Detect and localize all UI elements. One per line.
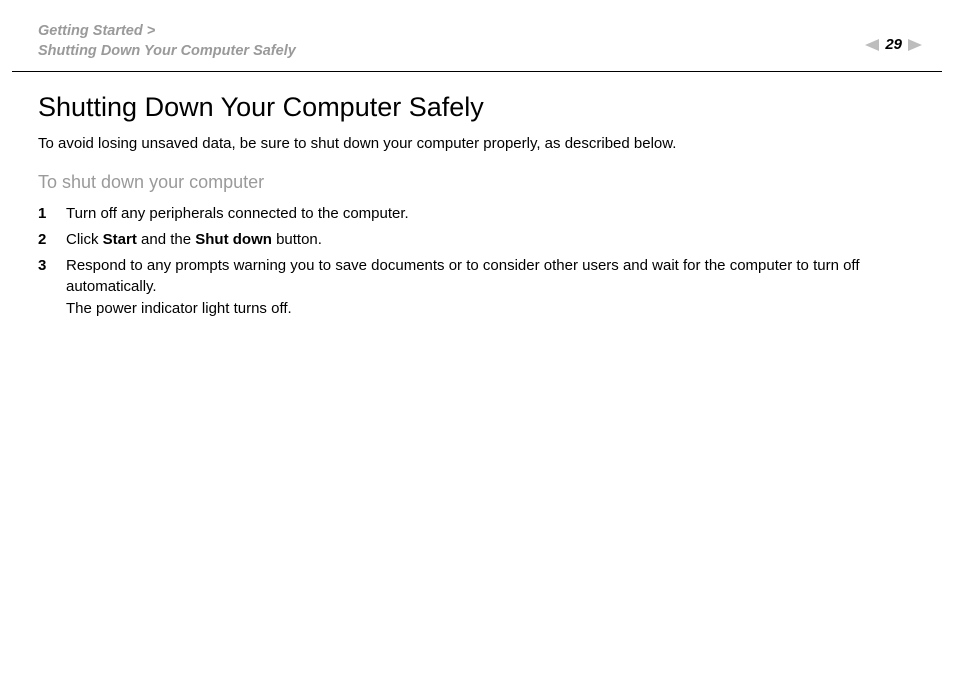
page-title: Shutting Down Your Computer Safely: [38, 92, 916, 123]
step-number: 2: [38, 229, 66, 251]
step-row: 2 Click Start and the Shut down button.: [38, 229, 916, 251]
breadcrumb: Getting Started > Shutting Down Your Com…: [38, 22, 296, 61]
page-content: Shutting Down Your Computer Safely To av…: [0, 72, 954, 320]
step-text: Respond to any prompts warning you to sa…: [66, 255, 916, 320]
page-header: Getting Started > Shutting Down Your Com…: [0, 0, 954, 71]
section-subtitle: To shut down your computer: [38, 172, 916, 193]
page-navigator: 29: [865, 22, 922, 53]
breadcrumb-line-1: Getting Started >: [38, 22, 296, 42]
intro-paragraph: To avoid losing unsaved data, be sure to…: [38, 133, 916, 154]
breadcrumb-line-2: Shutting Down Your Computer Safely: [38, 42, 296, 62]
step-text: Click Start and the Shut down button.: [66, 229, 916, 251]
step-number: 3: [38, 255, 66, 277]
step-row: 3 Respond to any prompts warning you to …: [38, 255, 916, 320]
step-text: Turn off any peripherals connected to th…: [66, 203, 916, 225]
step-row: 1 Turn off any peripherals connected to …: [38, 203, 916, 225]
step-number: 1: [38, 203, 66, 225]
page-number: 29: [885, 36, 902, 53]
next-page-icon[interactable]: [908, 39, 922, 51]
prev-page-icon[interactable]: [865, 39, 879, 51]
